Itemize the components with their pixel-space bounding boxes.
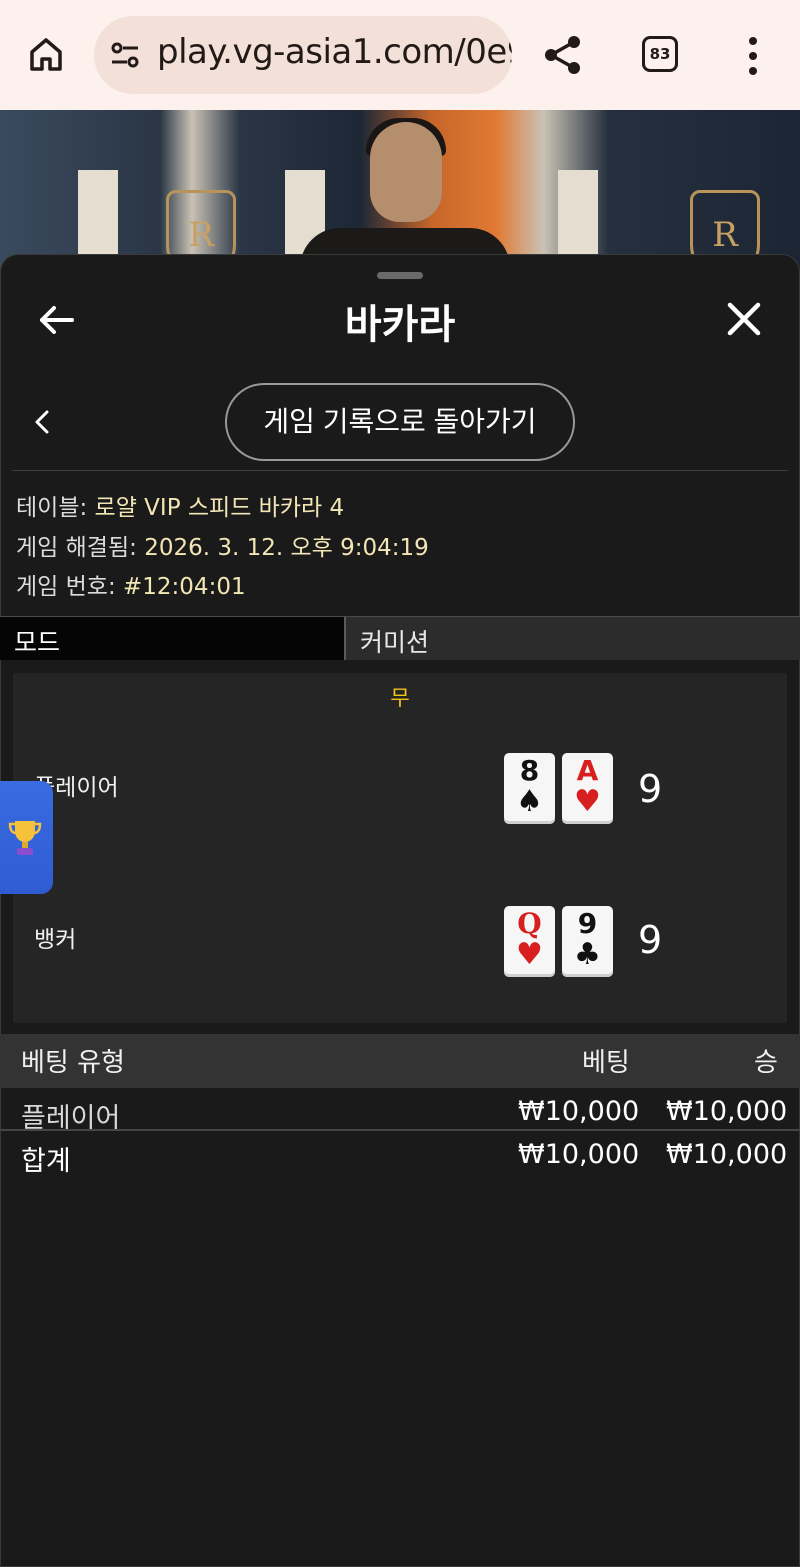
- mode-row: 모드 커미션: [0, 616, 800, 660]
- back-to-history-button[interactable]: 게임 기록으로 돌아가기: [225, 383, 575, 461]
- player-score: 9: [638, 767, 663, 811]
- mode-label-cell: 모드: [0, 617, 346, 660]
- trophy-widget[interactable]: [0, 781, 53, 894]
- dealer: [370, 122, 442, 222]
- divider: [12, 470, 788, 471]
- header-bet: 베팅: [582, 1048, 630, 1078]
- mode-value-cell: 커미션: [346, 617, 800, 660]
- banker-card-2: 9 ♣: [562, 906, 613, 977]
- club-icon: ♣: [574, 937, 601, 972]
- resolved-info: 게임 해결됨: 2026. 3. 12. 오후 9:04:19: [16, 528, 429, 562]
- live-video-background: R R: [0, 110, 800, 270]
- card-rank: 9: [577, 907, 598, 940]
- resolved-label: 게임 해결됨:: [16, 535, 137, 561]
- sheet-drag-handle[interactable]: [377, 272, 423, 279]
- outcome-text: 무: [390, 686, 410, 710]
- browser-toolbar: play.vg-asia1.com/0e9 83: [0, 0, 800, 110]
- more-vert-icon[interactable]: [745, 36, 761, 76]
- tab-switcher-icon[interactable]: 83: [642, 36, 678, 72]
- heart-icon: ♥: [516, 937, 543, 972]
- share-icon[interactable]: [541, 33, 585, 77]
- resolved-value: 2026. 3. 12. 오후 9:04:19: [144, 535, 429, 561]
- mode-label: 모드: [14, 628, 61, 657]
- header-bet-type: 베팅 유형: [21, 1048, 125, 1078]
- card-rank: Q: [517, 907, 542, 940]
- page-title: 바카라: [344, 302, 456, 348]
- address-bar[interactable]: play.vg-asia1.com/0e9: [94, 16, 512, 94]
- game-number-value: #12:04:01: [123, 574, 246, 600]
- home-icon[interactable]: [26, 34, 66, 74]
- url-text[interactable]: play.vg-asia1.com/0e9: [157, 32, 512, 72]
- card-rank: 8: [519, 754, 540, 787]
- header-win: 승: [754, 1048, 778, 1078]
- banker-score: 9: [638, 918, 663, 962]
- total-row: 합계 ₩10,000 ₩10,000: [0, 1135, 800, 1177]
- banker-card-1: Q ♥: [504, 906, 555, 977]
- player-card-2: A ♥: [562, 753, 613, 824]
- round-result: [13, 673, 787, 1023]
- total-win: ₩10,000: [666, 1139, 788, 1170]
- card-rank: A: [576, 754, 599, 787]
- row-divider: [0, 1129, 800, 1131]
- heart-icon: ♥: [574, 784, 601, 819]
- game-number-info: 게임 번호: #12:04:01: [16, 567, 246, 601]
- back-arrow-icon[interactable]: [36, 300, 76, 340]
- chevron-left-icon[interactable]: [30, 406, 54, 438]
- site-settings-icon[interactable]: [108, 39, 142, 71]
- table-info: 테이블: 로얄 VIP 스피드 바카라 4: [16, 488, 344, 522]
- table-label: 테이블:: [16, 495, 88, 521]
- bet-amount-cell: ₩10,000: [518, 1096, 640, 1127]
- spade-icon: ♠: [516, 784, 543, 819]
- player-card-1: 8 ♠: [504, 753, 555, 824]
- bet-table-header: 베팅 유형 베팅 승: [0, 1034, 800, 1088]
- banker-label: 뱅커: [34, 927, 77, 953]
- close-icon[interactable]: [724, 299, 764, 339]
- win-amount-cell: ₩10,000: [666, 1096, 788, 1127]
- total-bet: ₩10,000: [518, 1139, 640, 1170]
- table-value: 로얄 VIP 스피드 바카라 4: [94, 495, 345, 521]
- total-label: 합계: [21, 1146, 71, 1177]
- game-number-label: 게임 번호:: [16, 574, 116, 600]
- table-row: 플레이어 ₩10,000 ₩10,000: [0, 1092, 800, 1134]
- mode-value: 커미션: [360, 628, 430, 657]
- trophy-icon: [8, 821, 42, 855]
